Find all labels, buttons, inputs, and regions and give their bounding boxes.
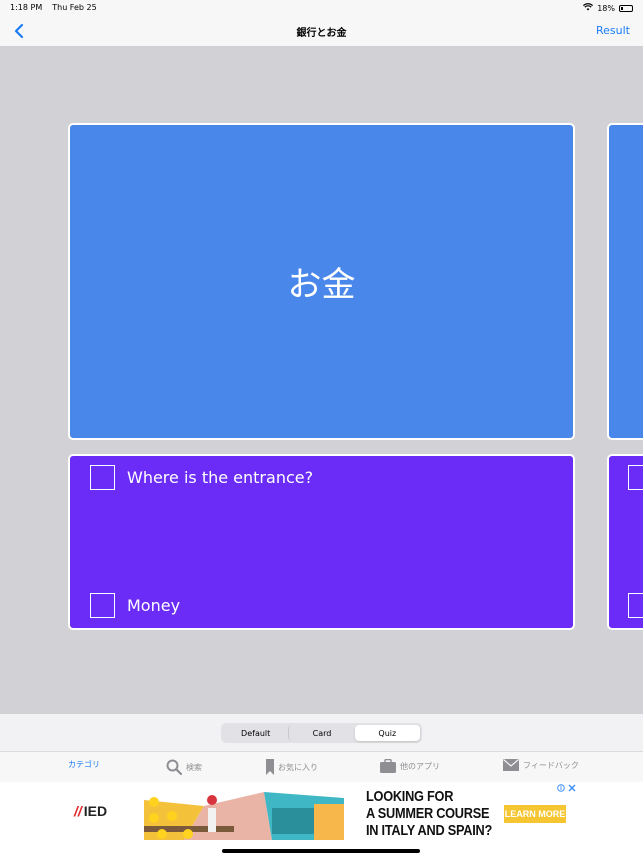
bookmark-icon	[266, 759, 274, 775]
segment-quiz[interactable]: Quiz	[354, 725, 420, 741]
battery-icon	[619, 4, 633, 12]
ad-headline-line: A SUMMER COURSE	[366, 805, 490, 822]
navigation-bar: 銀行とお金 Result	[0, 16, 643, 47]
segment-card[interactable]: Card	[288, 725, 354, 741]
quiz-choice-1[interactable]: Where is the entrance?	[90, 465, 313, 490]
result-button[interactable]: Result	[596, 24, 630, 37]
card-word: お金	[287, 265, 356, 305]
flashcard-area[interactable]: お金 Where is the entrance? Money	[0, 47, 643, 713]
ad-choices[interactable]	[557, 784, 576, 792]
next-quiz-card[interactable]	[607, 454, 643, 630]
checkbox[interactable]	[90, 593, 115, 618]
tab-search[interactable]: 検索	[166, 759, 202, 775]
tab-label: お気に入り	[278, 762, 318, 772]
ad-image	[144, 788, 344, 840]
checkbox[interactable]	[628, 465, 643, 490]
tab-category[interactable]: カテゴリ	[68, 759, 100, 770]
ad-brand-logo: // IED	[74, 803, 107, 819]
ad-headline-line: LOOKING FOR	[366, 788, 454, 805]
ad-banner[interactable]: // IED LOOKING FOR A SUMMER COURSE IN IT…	[70, 783, 578, 841]
next-word-card[interactable]	[607, 123, 643, 440]
battery-percent: 18%	[597, 3, 615, 13]
tab-bar: カテゴリ 検索 お気に入り 他のアプリ フィードバック	[0, 751, 643, 782]
status-date: Thu Feb 25	[52, 3, 97, 12]
tab-favorites[interactable]: お気に入り	[266, 759, 318, 775]
mode-segmented-control: Default Card Quiz	[221, 723, 422, 743]
tab-label: フィードバック	[523, 760, 579, 770]
choice-label: Where is the entrance?	[127, 468, 314, 487]
tab-feedback[interactable]: フィードバック	[503, 759, 579, 771]
home-indicator	[222, 849, 420, 853]
ad-headline: LOOKING FOR A SUMMER COURSE IN ITALY AND…	[366, 788, 492, 839]
segment-default[interactable]: Default	[223, 725, 288, 741]
quiz-choice-2[interactable]: Money	[90, 593, 180, 618]
envelope-icon	[503, 759, 519, 771]
tab-other-apps[interactable]: 他のアプリ	[380, 759, 440, 773]
ied-logo-icon: //	[74, 803, 82, 819]
wifi-icon	[583, 3, 594, 13]
ad-cta-button[interactable]: LEARN MORE	[504, 805, 566, 823]
word-card[interactable]: お金	[68, 123, 575, 440]
checkbox[interactable]	[628, 593, 643, 618]
briefcase-icon	[380, 759, 396, 773]
checkbox[interactable]	[90, 465, 115, 490]
status-time: 1:18 PM	[10, 3, 43, 12]
close-icon	[568, 784, 576, 792]
mode-bar: Default Card Quiz	[0, 713, 643, 751]
choice-label: Money	[127, 596, 181, 615]
adchoices-icon	[557, 784, 565, 792]
ad-headline-line: IN ITALY AND SPAIN?	[366, 822, 492, 839]
quiz-card: Where is the entrance? Money	[68, 454, 575, 630]
search-icon	[166, 759, 182, 775]
page-title: 銀行とお金	[296, 28, 347, 39]
tab-label: 他のアプリ	[400, 761, 440, 771]
tab-label: カテゴリ	[68, 760, 100, 769]
status-bar: 1:18 PM Thu Feb 25 18%	[0, 0, 643, 16]
ad-brand: IED	[83, 803, 108, 819]
tab-label: 検索	[186, 762, 202, 772]
